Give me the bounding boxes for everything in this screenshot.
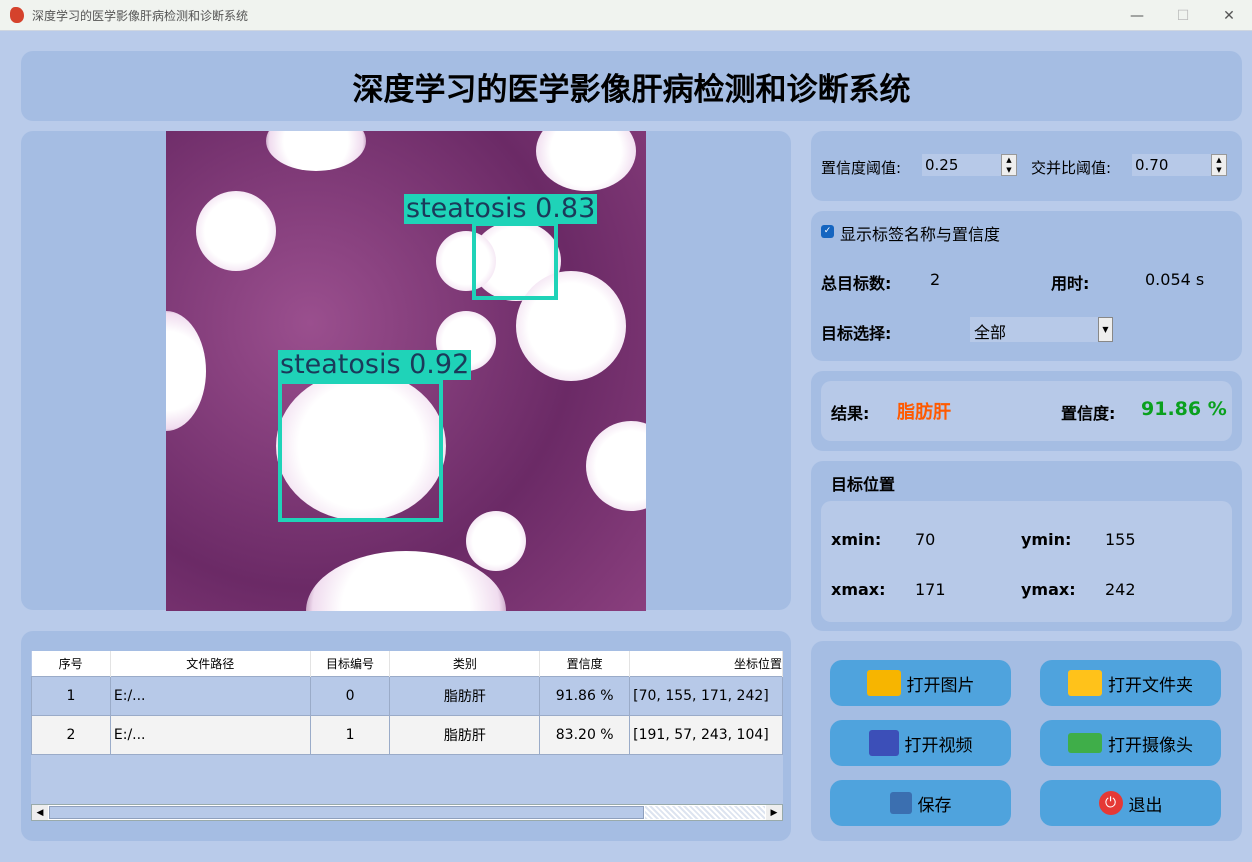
detection-box <box>472 222 558 300</box>
xmin-label: xmin: <box>831 530 882 549</box>
column-header[interactable]: 置信度 <box>539 651 631 676</box>
cell: 脂肪肝 <box>389 714 541 755</box>
ymax-value: 242 <box>1105 580 1136 599</box>
maximize-button[interactable]: ☐ <box>1160 0 1206 31</box>
close-button[interactable]: ✕ <box>1206 0 1252 31</box>
column-header[interactable]: 文件路径 <box>110 651 311 676</box>
confidence-value: 91.86 % <box>1141 398 1227 420</box>
total-targets-value: 2 <box>930 270 941 289</box>
target-select-value: 全部 <box>974 323 1007 342</box>
ymax-label: ymax: <box>1021 580 1076 599</box>
conf-threshold-label: 置信度阈值: <box>821 159 902 177</box>
threshold-panel: 置信度阈值: 0.25 ▲ ▼ 交并比阈值: 0.70 ▲ ▼ <box>811 131 1242 201</box>
liver-logo-icon <box>10 7 24 23</box>
result-value: 脂肪肝 <box>897 402 951 423</box>
show-label-text: 显示标签名称与置信度 <box>840 225 1001 244</box>
scroll-thumb[interactable] <box>49 806 644 819</box>
xmax-label: xmax: <box>831 580 886 599</box>
detection-box <box>278 380 443 522</box>
column-header[interactable]: 目标编号 <box>310 651 391 676</box>
exit-label: 退出 <box>1128 795 1163 816</box>
iou-threshold-spinbox[interactable]: 0.70 ▲ ▼ <box>1132 154 1227 176</box>
target-select-label: 目标选择: <box>821 324 892 343</box>
scroll-right-icon[interactable]: ▶ <box>766 805 782 820</box>
spin-arrows-icon[interactable]: ▲ ▼ <box>1001 154 1017 176</box>
camera-icon <box>1068 733 1102 753</box>
cell: 0 <box>309 675 391 716</box>
chevron-down-icon[interactable]: ▼ <box>1098 317 1113 342</box>
cell: E:/... <box>109 714 311 755</box>
ymin-value: 155 <box>1105 530 1136 549</box>
open-folder-label: 打开文件夹 <box>1108 675 1193 696</box>
display-panel: ✓ 显示标签名称与置信度 总目标数: 2 用时: 0.054 s 目标选择: 全… <box>811 211 1242 361</box>
result-label: 结果: <box>831 404 870 423</box>
table-row[interactable]: 1 E:/... 0 脂肪肝 91.86 % [70, 155, 171, 24… <box>31 675 783 716</box>
video-icon <box>868 730 899 756</box>
open-video-label: 打开视频 <box>904 735 973 756</box>
table-row[interactable]: 2 E:/... 1 脂肪肝 83.20 % [191, 57, 243, 10… <box>31 714 783 755</box>
position-panel: 目标位置 xmin: 70 ymin: 155 xmax: 171 ymax: … <box>811 461 1242 631</box>
column-header[interactable]: 坐标位置 <box>629 651 783 676</box>
cell: [70, 155, 171, 242] <box>629 675 783 716</box>
cell: 2 <box>31 714 111 755</box>
result-panel: 结果: 脂肪肝 置信度: 91.86 % <box>811 371 1242 451</box>
open-video-button[interactable]: 打开视频 <box>830 720 1011 766</box>
position-title: 目标位置 <box>831 475 896 494</box>
time-value: 0.054 s <box>1145 270 1205 289</box>
cell: 83.20 % <box>539 714 631 755</box>
image-panel: steatosis 0.83 steatosis 0.92 <box>21 131 791 611</box>
column-header[interactable]: 类别 <box>389 651 541 676</box>
spin-arrows-icon[interactable]: ▲ ▼ <box>1211 154 1227 176</box>
cell: 1 <box>309 714 391 755</box>
open-image-button[interactable]: 打开图片 <box>830 660 1011 706</box>
title-bar: 深度学习的医学影像肝病检测和诊断系统 — ☐ ✕ <box>0 0 1252 31</box>
detection-label: steatosis 0.83 <box>404 193 598 224</box>
open-camera-label: 打开摄像头 <box>1108 735 1193 756</box>
xmax-value: 171 <box>915 580 946 599</box>
page-title: 深度学习的医学影像肝病检测和诊断系统 <box>21 51 1242 121</box>
iou-threshold-label: 交并比阈值: <box>1031 159 1112 177</box>
conf-threshold-value: 0.25 <box>925 156 959 174</box>
time-label: 用时: <box>1051 274 1090 293</box>
cell: 1 <box>31 675 111 716</box>
confidence-label: 置信度: <box>1061 404 1116 423</box>
save-label: 保存 <box>917 795 952 816</box>
horizontal-scrollbar[interactable]: ◀ ▶ <box>31 804 783 821</box>
cell: E:/... <box>109 675 311 716</box>
actions-panel: 打开图片 打开文件夹 打开视频 打开摄像头 保存 ⏻ 退出 <box>811 641 1242 841</box>
save-icon <box>889 792 912 814</box>
ymin-label: ymin: <box>1021 530 1072 549</box>
window-title: 深度学习的医学影像肝病检测和诊断系统 <box>32 8 249 23</box>
detection-label: steatosis 0.92 <box>278 349 472 380</box>
cell: [191, 57, 243, 104] <box>629 714 783 755</box>
xmin-value: 70 <box>915 530 936 549</box>
open-camera-button[interactable]: 打开摄像头 <box>1040 720 1221 766</box>
results-table[interactable]: 序号 文件路径 目标编号 类别 置信度 坐标位置 1 E:/... 0 脂肪肝 … <box>31 651 783 755</box>
save-button[interactable]: 保存 <box>830 780 1011 826</box>
scroll-left-icon[interactable]: ◀ <box>32 805 48 820</box>
cell: 脂肪肝 <box>389 675 541 716</box>
show-label-checkbox[interactable]: ✓ <box>821 225 834 238</box>
target-select-dropdown[interactable]: 全部 ▼ <box>970 317 1113 342</box>
exit-button[interactable]: ⏻ 退出 <box>1040 780 1221 826</box>
detection-image: steatosis 0.83 steatosis 0.92 <box>166 131 646 611</box>
minimize-button[interactable]: — <box>1114 0 1160 31</box>
open-image-label: 打开图片 <box>906 675 975 696</box>
iou-threshold-value: 0.70 <box>1135 156 1169 174</box>
cell: 91.86 % <box>539 675 631 716</box>
total-targets-label: 总目标数: <box>821 274 892 293</box>
power-icon: ⏻ <box>1098 791 1123 815</box>
folder-icon <box>1068 670 1102 696</box>
conf-threshold-spinbox[interactable]: 0.25 ▲ ▼ <box>922 154 1017 176</box>
image-icon <box>866 670 901 696</box>
open-folder-button[interactable]: 打开文件夹 <box>1040 660 1221 706</box>
column-header[interactable]: 序号 <box>31 651 111 676</box>
results-table-panel: 序号 文件路径 目标编号 类别 置信度 坐标位置 1 E:/... 0 脂肪肝 … <box>21 631 791 841</box>
